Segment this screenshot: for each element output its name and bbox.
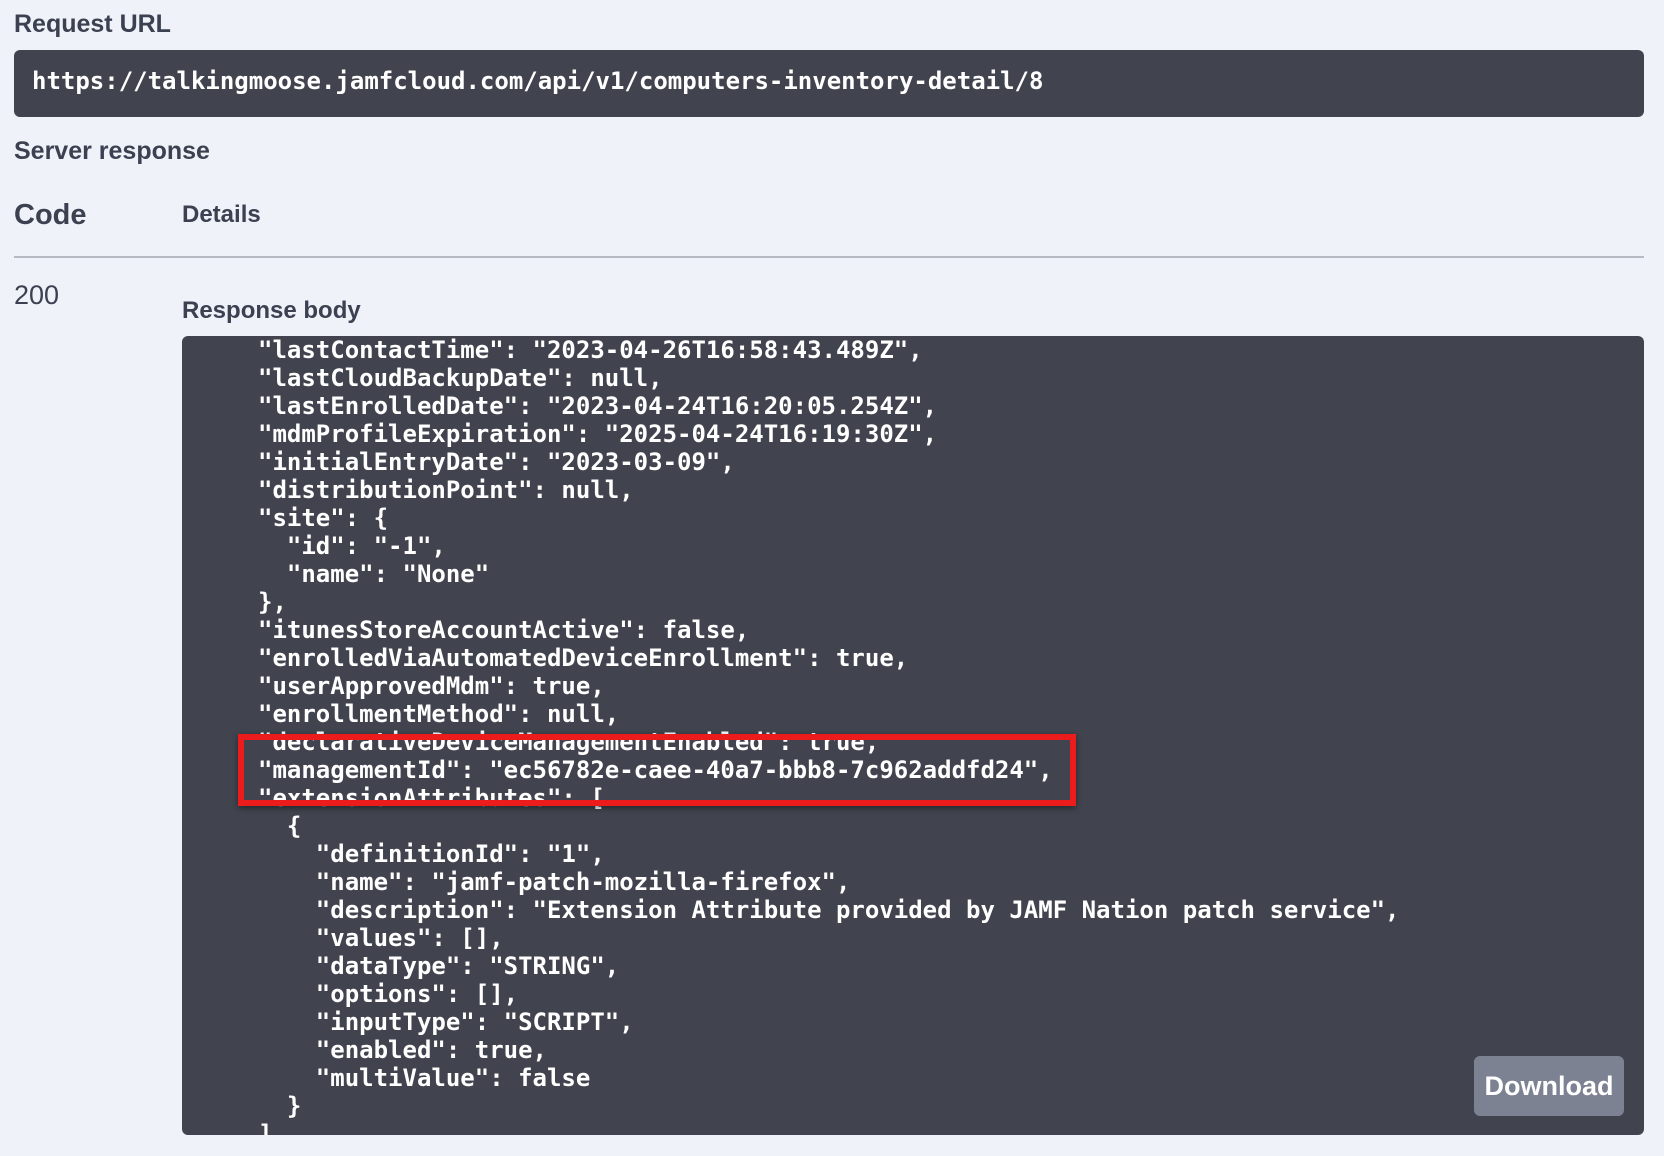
code-line: "description": "Extension Attribute prov… [258, 896, 1400, 924]
download-button[interactable]: Download [1474, 1056, 1624, 1116]
management-id-highlight [238, 734, 1076, 806]
code-line: "mdmProfileExpiration": "2025-04-24T16:1… [258, 420, 938, 448]
response-status-code: 200 [14, 280, 60, 310]
code-line: "inputType": "SCRIPT", [258, 1008, 634, 1036]
code-line: "lastContactTime": "2023-04-26T16:58:43.… [258, 336, 923, 364]
code-line: "site": { [258, 504, 389, 532]
code-line: "initialEntryDate": "2023-03-09", [258, 448, 735, 476]
response-body-label: Response body [182, 297, 361, 324]
code-column-header: Code [14, 199, 87, 231]
code-line: "name": "None" [258, 560, 490, 588]
code-line: ] [258, 1120, 273, 1135]
request-url-label: Request URL [14, 10, 171, 38]
swagger-try-it-out-panel: Request URL https://talkingmoose.jamfclo… [0, 0, 1664, 1156]
code-line: "enrolledViaAutomatedDeviceEnrollment": … [258, 644, 909, 672]
code-line: "itunesStoreAccountActive": false, [258, 616, 750, 644]
code-line: "lastEnrolledDate": "2023-04-24T16:20:05… [258, 392, 938, 420]
request-url-text[interactable]: https://talkingmoose.jamfcloud.com/api/v… [32, 67, 1043, 95]
code-line: }, [258, 588, 287, 616]
code-line: "lastCloudBackupDate": null, [258, 364, 663, 392]
server-response-label: Server response [14, 137, 210, 165]
code-line: "enrollmentMethod": null, [258, 700, 620, 728]
table-header-divider [14, 256, 1644, 258]
code-line: "definitionId": "1", [258, 840, 605, 868]
code-line: } [258, 1092, 302, 1120]
code-line: "id": "-1", [258, 532, 446, 560]
code-line: "enabled": true, [258, 1036, 547, 1064]
code-line: "distributionPoint": null, [258, 476, 634, 504]
code-line: "values": [], [258, 924, 504, 952]
code-line: "options": [], [258, 980, 519, 1008]
code-line: "name": "jamf-patch-mozilla-firefox", [258, 868, 851, 896]
code-line: "multiValue": false [258, 1064, 591, 1092]
code-line: "userApprovedMdm": true, [258, 672, 605, 700]
code-line: { [258, 812, 302, 840]
request-url-box[interactable]: https://talkingmoose.jamfcloud.com/api/v… [14, 50, 1644, 117]
code-line: "dataType": "STRING", [258, 952, 620, 980]
details-column-header: Details [182, 201, 261, 228]
